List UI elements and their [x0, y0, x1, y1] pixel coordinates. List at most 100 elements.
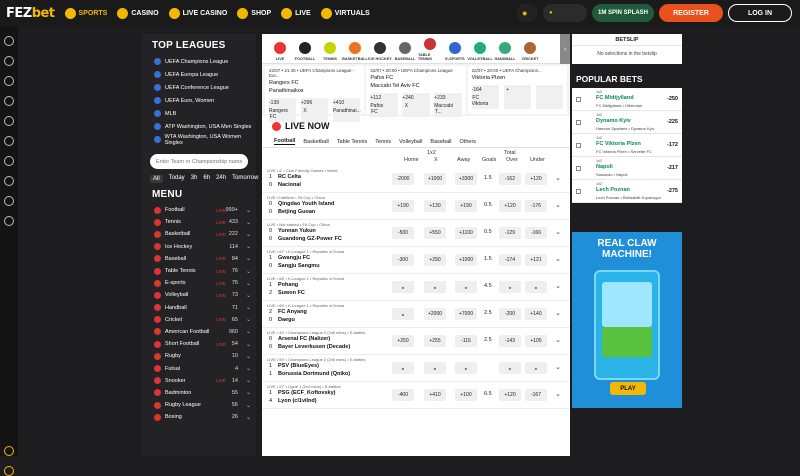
- chevron-down-icon[interactable]: ⌄: [246, 231, 251, 238]
- lock-icon[interactable]: ■: [455, 281, 477, 293]
- odds-button[interactable]: -174: [499, 254, 521, 266]
- table-row[interactable]: LIVE • 69' • K-League 1 • Republic of Ko…: [262, 301, 570, 328]
- odds-button[interactable]: -139 Rangers FC: [269, 98, 297, 122]
- lock-icon[interactable]: ■: [392, 308, 414, 320]
- odds-button[interactable]: -200: [499, 308, 521, 320]
- sport-tab[interactable]: E-SPORTS: [443, 35, 467, 63]
- checkbox[interactable]: [576, 189, 581, 194]
- login-button[interactable]: LOG IN: [728, 4, 792, 22]
- checkbox[interactable]: [576, 143, 581, 148]
- odds-button[interactable]: +240 X: [402, 93, 430, 117]
- live-tab[interactable]: Basketball: [303, 139, 328, 145]
- claw-machine-banner[interactable]: REAL CLAW MACHINE! PLAY: [572, 232, 682, 408]
- search-input[interactable]: Enter Team or Championship name: [150, 154, 248, 169]
- live-tab[interactable]: Others: [460, 139, 477, 145]
- sport-tab[interactable]: ICE HOCKEY: [368, 35, 392, 63]
- sport-menu-item[interactable]: Snooker LIVE 14 ⌄: [142, 375, 256, 387]
- popular-bet-item[interactable]: 1x2 Napoli Sassuolo • Napoli -217: [572, 157, 682, 180]
- odds-button[interactable]: +1000: [424, 173, 446, 185]
- odds-button[interactable]: +3300: [455, 173, 477, 185]
- odds-button[interactable]: +233 Maccabi T...: [434, 93, 462, 117]
- chevron-down-icon[interactable]: ⌄: [555, 363, 561, 371]
- odds-button[interactable]: +296 X: [300, 98, 329, 122]
- sport-tab[interactable]: HANDBALL: [493, 35, 517, 63]
- checkbox[interactable]: [576, 120, 581, 125]
- odds-button[interactable]: +112 Pafos FC: [370, 93, 398, 117]
- sport-tab[interactable]: VOLLEYBALL: [467, 35, 493, 63]
- table-row[interactable]: LIVE • 68' • K-League 1 • Republic of Ko…: [262, 274, 570, 301]
- lock-icon[interactable]: ■: [525, 362, 547, 374]
- sport-menu-item[interactable]: Boxing 26 ⌄: [142, 411, 256, 423]
- odds-button[interactable]: -500: [392, 227, 414, 239]
- odds-button[interactable]: +120: [499, 389, 521, 401]
- nav-live[interactable]: LIVE: [281, 7, 311, 19]
- chevron-down-icon[interactable]: ⌄: [246, 243, 251, 250]
- sport-menu-item[interactable]: Short Football LIVE 54 ⌄: [142, 338, 256, 350]
- odds-button[interactable]: -129: [499, 227, 521, 239]
- odds-button[interactable]: +130: [424, 200, 446, 212]
- sport-menu-item[interactable]: Table Tennis LIVE 76 ⌄: [142, 265, 256, 277]
- filter-tomorrow[interactable]: Tomorrow: [232, 175, 258, 183]
- odds-button[interactable]: +410 Panathinai...: [332, 98, 361, 122]
- league-item[interactable]: UEFA Conference League: [142, 81, 256, 94]
- nav-casino[interactable]: CASINO: [117, 7, 159, 19]
- lock-icon[interactable]: ■: [499, 281, 521, 293]
- live-tab[interactable]: Table Tennis: [337, 139, 367, 145]
- sport-menu-item[interactable]: Rugby 10 ⌄: [142, 350, 256, 362]
- filter-all[interactable]: All: [150, 175, 163, 183]
- odds-button[interactable]: +1100: [455, 227, 477, 239]
- league-item[interactable]: UEFA Euro, Women: [142, 94, 256, 107]
- league-item[interactable]: WTA Washington, USA Women Singles: [142, 133, 256, 146]
- filter-today[interactable]: Today: [169, 175, 185, 183]
- table-row[interactable]: LIVE • Not started • FA Cup • China 0 Yunn…: [262, 220, 570, 247]
- live-tab[interactable]: Football: [274, 138, 296, 145]
- live-tab[interactable]: Baseball: [430, 139, 451, 145]
- sport-tab[interactable]: TENNIS: [318, 35, 342, 63]
- table-row[interactable]: LIVE • 59' • Champions League 2 (2x6 min…: [262, 355, 570, 382]
- odds-button[interactable]: +7000: [455, 308, 477, 320]
- odds-button[interactable]: +120: [525, 173, 547, 185]
- chevron-down-icon[interactable]: ⌄: [246, 365, 251, 372]
- odds-button[interactable]: +290: [424, 254, 446, 266]
- hockey-icon[interactable]: [4, 96, 14, 106]
- lock-icon[interactable]: ■: [525, 281, 547, 293]
- sport-menu-item[interactable]: Volleyball LIVE 73 ⌄: [142, 289, 256, 301]
- lock-icon[interactable]: ■: [424, 281, 446, 293]
- ferrari-promo-icon[interactable]: ●: [542, 4, 587, 22]
- table-row[interactable]: LIVE • 57' • Ligue 1 (2x4 mins) • E-batt…: [262, 382, 570, 409]
- tennis-icon[interactable]: [4, 56, 14, 66]
- sport-menu-item[interactable]: Handball 71 ⌄: [142, 302, 256, 314]
- odds-button[interactable]: +255: [424, 335, 446, 347]
- table-row[interactable]: LIVE • 44' • Champions League 2 (2x6 min…: [262, 328, 570, 355]
- live-tab[interactable]: Tennis: [375, 139, 391, 145]
- nav-sports[interactable]: SPORTS: [64, 7, 107, 19]
- chevron-down-icon[interactable]: ⌄: [555, 282, 561, 290]
- odds-button[interactable]: +190: [455, 200, 477, 212]
- chevron-down-icon[interactable]: ⌄: [246, 268, 251, 275]
- chevron-down-icon[interactable]: ⌄: [246, 377, 251, 384]
- support-icon[interactable]: [4, 466, 14, 476]
- nav-shop[interactable]: SHOP: [237, 7, 271, 19]
- odds-button[interactable]: -176: [525, 200, 547, 212]
- spin-splash-promo[interactable]: 1M SPIN SPLASH: [591, 4, 654, 22]
- odds-button[interactable]: +550: [424, 227, 446, 239]
- sport-menu-item[interactable]: Tennis LIVE 433 ⌄: [142, 216, 256, 228]
- odds-button[interactable]: -162: [499, 173, 521, 185]
- nav-virtuals[interactable]: VIRTUALS: [320, 7, 370, 19]
- odds-button[interactable]: -300: [392, 254, 414, 266]
- chevron-down-icon[interactable]: ⌄: [246, 353, 251, 360]
- volleyball-icon[interactable]: [4, 176, 14, 186]
- lock-icon[interactable]: ■: [392, 362, 414, 374]
- odds-button[interactable]: +: [503, 85, 532, 109]
- odds-button[interactable]: +1000: [455, 254, 477, 266]
- filter-24h[interactable]: 24h: [216, 175, 226, 183]
- odds-button[interactable]: +121: [525, 254, 547, 266]
- odds-button[interactable]: +410: [424, 389, 446, 401]
- odds-button[interactable]: -167: [525, 389, 547, 401]
- strip-next-arrow[interactable]: ›: [560, 34, 570, 64]
- league-item[interactable]: ATP Washington, USA Men Singles: [142, 120, 256, 133]
- cricket-icon[interactable]: [4, 216, 14, 226]
- popular-bet-item[interactable]: 1x2 Dynamo Kyiv Hamrun Spartans • Dynamo K…: [572, 111, 682, 134]
- sport-tab[interactable]: BASKETBALL: [342, 35, 368, 63]
- league-item[interactable]: UEFA Champions League: [142, 55, 256, 68]
